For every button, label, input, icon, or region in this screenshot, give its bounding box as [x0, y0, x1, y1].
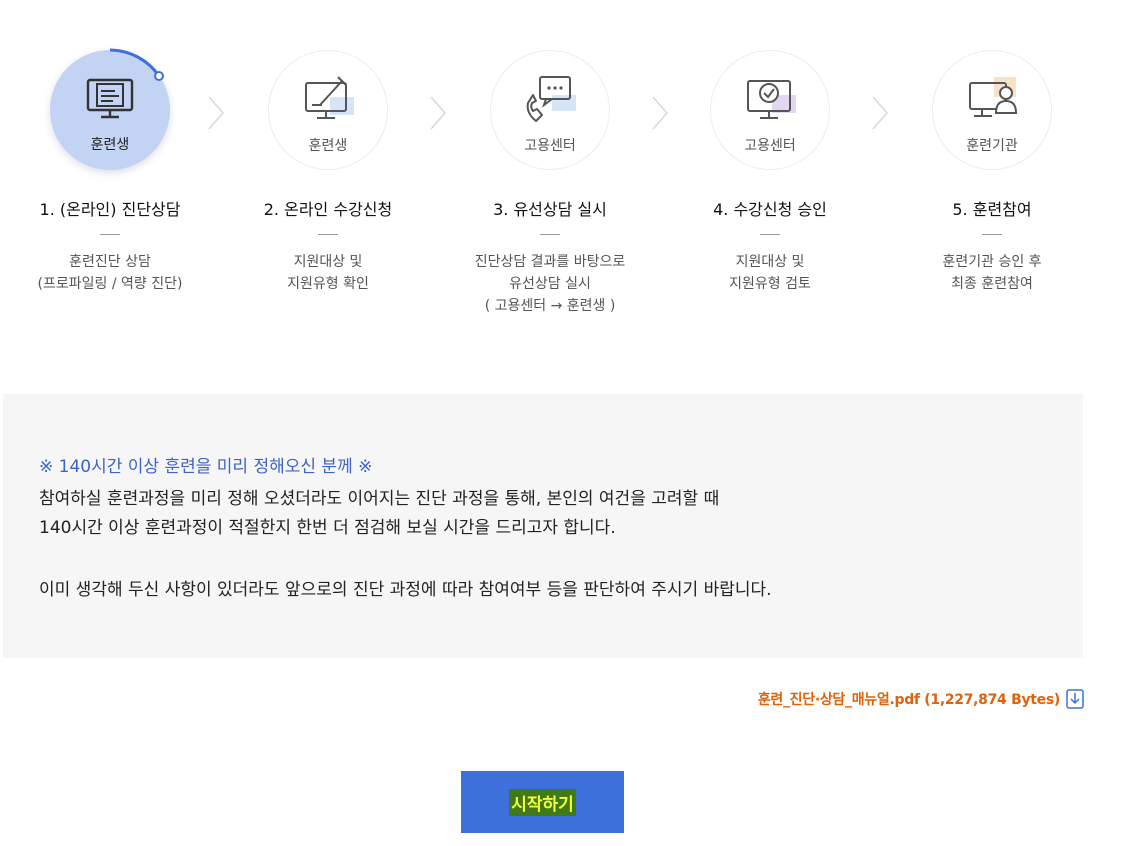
- divider: [100, 234, 120, 235]
- notice-line-3: 이미 생각해 두신 사항이 있더라도 앞으로의 진단 과정에 따라 참여여부 등…: [39, 580, 772, 600]
- divider: [982, 234, 1002, 235]
- notice-box: ※ 140시간 이상 훈련을 미리 정해오신 분께 ※ 참여하실 훈련과정을 미…: [3, 394, 1083, 658]
- divider: [760, 234, 780, 235]
- step-4: 고용센터 4. 수강신청 승인 지원대상 및 지원유형 검토: [660, 50, 880, 295]
- notice-paragraph: 참여하실 훈련과정을 미리 정해 오셨더라도 이어지는 진단 과정을 통해, 본…: [39, 485, 1083, 543]
- manual-download: 훈련_진단·상담_매뉴얼.pdf (1,227,874 Bytes): [758, 686, 1084, 712]
- step-2-desc: 지원대상 및 지원유형 확인: [287, 254, 369, 292]
- divider: [318, 234, 338, 235]
- notice-title: ※ 140시간 이상 훈련을 미리 정해오신 분께 ※: [39, 457, 373, 477]
- step-1-title: 1. (온라인) 진단상담: [39, 200, 181, 219]
- step-3-actor: 고용센터: [524, 138, 576, 154]
- step-3: 고용센터 3. 유선상담 실시 진단상담 결과를 바탕으로 유선상담 실시 ( …: [440, 50, 660, 317]
- monitor-check-icon: [747, 80, 796, 119]
- step-5-actor: 훈련기관: [966, 138, 1018, 154]
- step-3-title: 3. 유선상담 실시: [493, 200, 607, 219]
- start-button[interactable]: 시작하기: [461, 771, 624, 833]
- step-1-actor: 훈련생: [90, 137, 130, 153]
- step-5-circle: 훈련기관: [932, 50, 1052, 170]
- step-3-desc: 진단상담 결과를 바탕으로 유선상담 실시 ( 고용센터 → 훈련생 ): [474, 254, 626, 314]
- step-1: 훈련생 1. (온라인) 진단상담 훈련진단 상담 (프로파일링 / 역량 진단…: [0, 48, 220, 295]
- monitor-pen-icon: [305, 76, 354, 119]
- step-2-circle: 훈련생: [268, 50, 388, 170]
- step-4-actor: 고용센터: [744, 138, 796, 154]
- step-3-circle: 고용센터: [490, 50, 610, 170]
- step-4-title: 4. 수강신청 승인: [713, 200, 827, 219]
- step-5: 훈련기관 5. 훈련참여 훈련기관 승인 후 최종 훈련참여: [882, 50, 1102, 295]
- start-button-label: 시작하기: [509, 788, 576, 816]
- manual-download-link[interactable]: 훈련_진단·상담_매뉴얼.pdf (1,227,874 Bytes): [758, 689, 1060, 709]
- step-5-title: 5. 훈련참여: [952, 200, 1032, 219]
- notice-line-1: 참여하실 훈련과정을 미리 정해 오셨더라도 이어지는 진단 과정을 통해, 본…: [39, 489, 720, 509]
- step-2: 훈련생 2. 온라인 수강신청 지원대상 및 지원유형 확인: [218, 50, 438, 295]
- download-icon[interactable]: [1066, 689, 1084, 709]
- step-2-actor: 훈련생: [308, 138, 348, 154]
- notice-line-2: 140시간 이상 훈련과정이 적절한지 한번 더 점검해 보실 시간을 드리고자…: [39, 518, 616, 538]
- monitor-person-icon: [969, 77, 1018, 117]
- divider: [540, 234, 560, 235]
- monitor-document-icon: [86, 78, 134, 119]
- step-4-desc: 지원대상 및 지원유형 검토: [729, 254, 811, 292]
- process-steps: 훈련생 1. (온라인) 진단상담 훈련진단 상담 (프로파일링 / 역량 진단…: [0, 0, 1126, 340]
- step-1-circle: 훈련생: [50, 48, 170, 170]
- step-2-title: 2. 온라인 수강신청: [263, 200, 393, 219]
- phone-chat-icon: [526, 76, 576, 122]
- step-1-desc: 훈련진단 상담 (프로파일링 / 역량 진단): [37, 254, 183, 292]
- step-4-circle: 고용센터: [710, 50, 830, 170]
- step-5-desc: 훈련기관 승인 후 최종 훈련참여: [942, 254, 1042, 292]
